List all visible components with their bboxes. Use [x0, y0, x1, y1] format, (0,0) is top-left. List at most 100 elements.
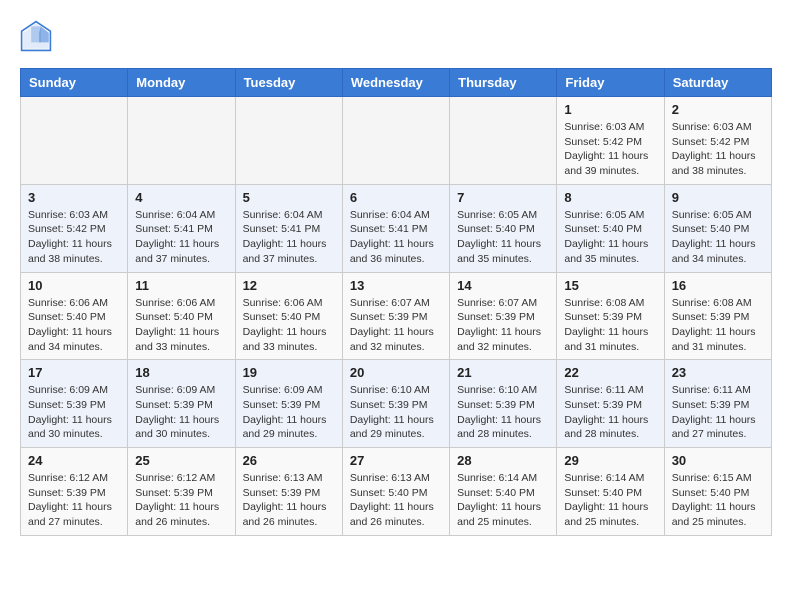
day-number: 24: [28, 453, 120, 468]
day-info: Sunrise: 6:08 AM Sunset: 5:39 PM Dayligh…: [564, 296, 656, 355]
calendar-cell: 19Sunrise: 6:09 AM Sunset: 5:39 PM Dayli…: [235, 360, 342, 448]
day-info: Sunrise: 6:08 AM Sunset: 5:39 PM Dayligh…: [672, 296, 764, 355]
day-number: 5: [243, 190, 335, 205]
day-number: 7: [457, 190, 549, 205]
calendar-cell: 28 Sunrise: 6:14 AM Sunset: 5:40 PM Dayli…: [450, 448, 557, 536]
day-info: Sunrise: 6:11 AM Sunset: 5:39 PM Dayligh…: [564, 383, 656, 442]
day-number: 30: [672, 453, 764, 468]
calendar-cell: 4 Sunrise: 6:04 AM Sunset: 5:41 PM Daylig…: [128, 184, 235, 272]
day-info: Sunrise: 6:12 AM Sunset: 5:39 PM Dayligh…: [28, 471, 120, 530]
calendar-cell: 12 Sunrise: 6:06 AM Sunset: 5:40 PM Dayli…: [235, 272, 342, 360]
calendar-cell: 24 Sunrise: 6:12 AM Sunset: 5:39 PM Dayli…: [21, 448, 128, 536]
day-info: Sunrise: 6:04 AM Sunset: 5:41 PM Dayligh…: [350, 208, 442, 267]
calendar-cell: 2 Sunrise: 6:03 AM Sunset: 5:42 PM Daylig…: [664, 97, 771, 185]
calendar-cell: 7 Sunrise: 6:05 AM Sunset: 5:40 PM Daylig…: [450, 184, 557, 272]
calendar-cell: 1 Sunrise: 6:03 AM Sunset: 5:42 PM Daylig…: [557, 97, 664, 185]
column-header-thursday: Thursday: [450, 69, 557, 97]
day-number: 19: [243, 365, 335, 380]
day-number: 29: [564, 453, 656, 468]
day-info: Sunrise: 6:07 AM Sunset: 5:39 PM Dayligh…: [350, 296, 442, 355]
day-info: Sunrise: 6:10 AM Sunset: 5:39 PM Dayligh…: [350, 383, 442, 442]
column-header-sunday: Sunday: [21, 69, 128, 97]
column-header-wednesday: Wednesday: [342, 69, 449, 97]
day-number: 15: [564, 278, 656, 293]
day-info: Sunrise: 6:04 AM Sunset: 5:41 PM Dayligh…: [135, 208, 227, 267]
day-info: Sunrise: 6:13 AM Sunset: 5:40 PM Dayligh…: [350, 471, 442, 530]
calendar-cell: [235, 97, 342, 185]
day-info: Sunrise: 6:15 AM Sunset: 5:40 PM Dayligh…: [672, 471, 764, 530]
day-info: Sunrise: 6:12 AM Sunset: 5:39 PM Dayligh…: [135, 471, 227, 530]
calendar-cell: 16 Sunrise: 6:08 AM Sunset: 5:39 PM Dayli…: [664, 272, 771, 360]
page-header: [20, 20, 772, 52]
calendar-cell: 9 Sunrise: 6:05 AM Sunset: 5:40 PM Daylig…: [664, 184, 771, 272]
calendar-cell: 8Sunrise: 6:05 AM Sunset: 5:40 PM Daylig…: [557, 184, 664, 272]
day-number: 4: [135, 190, 227, 205]
calendar-cell: 27 Sunrise: 6:13 AM Sunset: 5:40 PM Dayli…: [342, 448, 449, 536]
day-info: Sunrise: 6:03 AM Sunset: 5:42 PM Dayligh…: [28, 208, 120, 267]
day-number: 16: [672, 278, 764, 293]
day-info: Sunrise: 6:03 AM Sunset: 5:42 PM Dayligh…: [672, 120, 764, 179]
calendar-cell: 3 Sunrise: 6:03 AM Sunset: 5:42 PM Daylig…: [21, 184, 128, 272]
calendar-cell: 11 Sunrise: 6:06 AM Sunset: 5:40 PM Dayli…: [128, 272, 235, 360]
day-info: Sunrise: 6:05 AM Sunset: 5:40 PM Dayligh…: [672, 208, 764, 267]
calendar-cell: 30 Sunrise: 6:15 AM Sunset: 5:40 PM Dayli…: [664, 448, 771, 536]
calendar-cell: 25 Sunrise: 6:12 AM Sunset: 5:39 PM Dayli…: [128, 448, 235, 536]
day-info: Sunrise: 6:14 AM Sunset: 5:40 PM Dayligh…: [564, 471, 656, 530]
logo-icon: [20, 20, 52, 52]
day-number: 21: [457, 365, 549, 380]
day-info: Sunrise: 6:13 AM Sunset: 5:39 PM Dayligh…: [243, 471, 335, 530]
day-info: Sunrise: 6:06 AM Sunset: 5:40 PM Dayligh…: [135, 296, 227, 355]
day-info: Sunrise: 6:03 AM Sunset: 5:42 PM Dayligh…: [564, 120, 656, 179]
calendar-header-row: SundayMondayTuesdayWednesdayThursdayFrid…: [21, 69, 772, 97]
day-number: 9: [672, 190, 764, 205]
column-header-friday: Friday: [557, 69, 664, 97]
calendar-week-row: 17 Sunrise: 6:09 AM Sunset: 5:39 PM Dayli…: [21, 360, 772, 448]
day-number: 25: [135, 453, 227, 468]
calendar-week-row: 10 Sunrise: 6:06 AM Sunset: 5:40 PM Dayli…: [21, 272, 772, 360]
day-info: Sunrise: 6:09 AM Sunset: 5:39 PM Dayligh…: [135, 383, 227, 442]
calendar-cell: 10 Sunrise: 6:06 AM Sunset: 5:40 PM Dayli…: [21, 272, 128, 360]
calendar-week-row: 24 Sunrise: 6:12 AM Sunset: 5:39 PM Dayli…: [21, 448, 772, 536]
column-header-saturday: Saturday: [664, 69, 771, 97]
day-number: 1: [564, 102, 656, 117]
day-number: 22: [564, 365, 656, 380]
day-number: 17: [28, 365, 120, 380]
calendar-cell: [342, 97, 449, 185]
calendar-cell: 17 Sunrise: 6:09 AM Sunset: 5:39 PM Dayli…: [21, 360, 128, 448]
calendar-cell: 5Sunrise: 6:04 AM Sunset: 5:41 PM Daylig…: [235, 184, 342, 272]
day-number: 11: [135, 278, 227, 293]
day-info: Sunrise: 6:07 AM Sunset: 5:39 PM Dayligh…: [457, 296, 549, 355]
day-number: 18: [135, 365, 227, 380]
calendar-cell: 18 Sunrise: 6:09 AM Sunset: 5:39 PM Dayli…: [128, 360, 235, 448]
day-number: 12: [243, 278, 335, 293]
day-number: 13: [350, 278, 442, 293]
calendar-cell: 21 Sunrise: 6:10 AM Sunset: 5:39 PM Dayli…: [450, 360, 557, 448]
day-number: 3: [28, 190, 120, 205]
day-number: 10: [28, 278, 120, 293]
day-number: 14: [457, 278, 549, 293]
day-number: 6: [350, 190, 442, 205]
calendar-cell: 14 Sunrise: 6:07 AM Sunset: 5:39 PM Dayli…: [450, 272, 557, 360]
day-number: 27: [350, 453, 442, 468]
calendar-week-row: 1 Sunrise: 6:03 AM Sunset: 5:42 PM Daylig…: [21, 97, 772, 185]
day-info: Sunrise: 6:05 AM Sunset: 5:40 PM Dayligh…: [457, 208, 549, 267]
day-number: 28: [457, 453, 549, 468]
day-number: 26: [243, 453, 335, 468]
calendar-cell: 20Sunrise: 6:10 AM Sunset: 5:39 PM Dayli…: [342, 360, 449, 448]
day-number: 2: [672, 102, 764, 117]
calendar-week-row: 3 Sunrise: 6:03 AM Sunset: 5:42 PM Daylig…: [21, 184, 772, 272]
day-info: Sunrise: 6:14 AM Sunset: 5:40 PM Dayligh…: [457, 471, 549, 530]
calendar-cell: [450, 97, 557, 185]
day-info: Sunrise: 6:06 AM Sunset: 5:40 PM Dayligh…: [243, 296, 335, 355]
calendar-cell: 26 Sunrise: 6:13 AM Sunset: 5:39 PM Dayli…: [235, 448, 342, 536]
calendar-cell: 13 Sunrise: 6:07 AM Sunset: 5:39 PM Dayli…: [342, 272, 449, 360]
day-number: 23: [672, 365, 764, 380]
logo: [20, 20, 56, 52]
day-info: Sunrise: 6:10 AM Sunset: 5:39 PM Dayligh…: [457, 383, 549, 442]
calendar-cell: 23 Sunrise: 6:11 AM Sunset: 5:39 PM Dayli…: [664, 360, 771, 448]
day-info: Sunrise: 6:11 AM Sunset: 5:39 PM Dayligh…: [672, 383, 764, 442]
day-info: Sunrise: 6:09 AM Sunset: 5:39 PM Dayligh…: [28, 383, 120, 442]
calendar-cell: [21, 97, 128, 185]
day-info: Sunrise: 6:06 AM Sunset: 5:40 PM Dayligh…: [28, 296, 120, 355]
calendar-cell: 22 Sunrise: 6:11 AM Sunset: 5:39 PM Dayli…: [557, 360, 664, 448]
